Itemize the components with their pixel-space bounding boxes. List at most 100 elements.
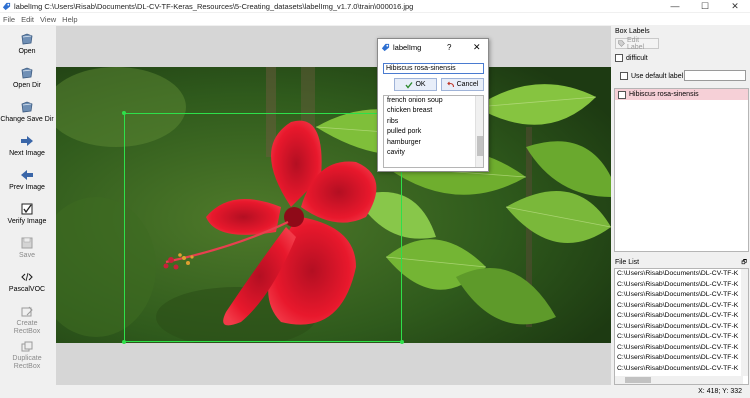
label-history-item[interactable]: chicken breast xyxy=(384,106,483,116)
label-dialog: labelImg ? ✕ Hibiscus rosa-sinensis OK C… xyxy=(377,38,489,172)
difficult-checkbox[interactable] xyxy=(615,54,623,62)
minimize-button[interactable]: — xyxy=(660,0,690,12)
cancel-button[interactable]: Cancel xyxy=(441,78,484,91)
open-dir-icon xyxy=(21,67,33,79)
use-default-label-checkbox[interactable] xyxy=(620,72,628,80)
file-list[interactable]: C:\Users\Risab\Documents\DL-CV-TF-K C:\U… xyxy=(614,268,749,385)
difficult-label: difficult xyxy=(626,54,648,62)
menu-help[interactable]: Help xyxy=(62,15,77,24)
label-history-item[interactable]: pulled pork xyxy=(384,127,483,137)
title-bar: labelImg C:\Users\Risab\Documents\DL-CV-… xyxy=(0,0,750,12)
duplicate-rectbox-label-1: Duplicate xyxy=(12,355,42,362)
bbox-handle-bl[interactable] xyxy=(122,340,126,344)
default-label-input[interactable] xyxy=(684,70,746,81)
next-image-button[interactable]: Next Image xyxy=(0,134,54,158)
dialog-title-bar: labelImg ? ✕ xyxy=(378,39,488,55)
edit-label-text: Edit Label xyxy=(626,36,645,51)
float-dock-icon[interactable]: 🗗 xyxy=(741,258,747,268)
ok-label: OK xyxy=(415,81,426,88)
maximize-button[interactable]: ☐ xyxy=(690,0,720,12)
create-rectbox-label-1: Create xyxy=(16,320,38,327)
open-dir-label: Open Dir xyxy=(12,82,41,89)
create-rectbox-icon xyxy=(21,306,33,317)
file-list-item[interactable]: C:\Users\Risab\Documents\DL-CV-TF-K xyxy=(615,353,742,364)
cancel-label: Cancel xyxy=(456,81,479,88)
format-pascalvoc-button[interactable]: PascalVOC xyxy=(0,270,54,294)
scroll-thumb[interactable] xyxy=(625,377,651,383)
change-save-dir-label: Change Save Dir xyxy=(0,116,54,123)
label-item-text: Hibiscus rosa-sinensis xyxy=(629,91,699,98)
file-list-item[interactable]: C:\Users\Risab\Documents\DL-CV-TF-K xyxy=(615,280,742,291)
open-dir-button[interactable]: Open Dir xyxy=(0,66,54,90)
dialog-close-button[interactable]: ✕ xyxy=(473,42,481,53)
status-bar: X: 418; Y: 332 xyxy=(0,386,750,398)
dialog-title: labelImg xyxy=(393,42,422,52)
save-label: Save xyxy=(19,252,35,259)
duplicate-rectbox-icon xyxy=(21,341,33,352)
open-folder-icon xyxy=(21,33,33,45)
file-list-item[interactable]: C:\Users\Risab\Documents\DL-CV-TF-K xyxy=(615,269,742,280)
change-save-dir-button[interactable]: Change Save Dir xyxy=(0,100,54,124)
labelimg-app-icon xyxy=(2,2,11,10)
file-list-title: File List xyxy=(615,259,640,266)
dialog-list-scrollbar[interactable] xyxy=(475,96,483,167)
label-history-list[interactable]: french onion soup chicken breast ribs pu… xyxy=(383,95,484,168)
dialog-help-button[interactable]: ? xyxy=(447,43,451,52)
label-history-item[interactable]: ribs xyxy=(384,117,483,127)
prev-image-button[interactable]: Prev Image xyxy=(0,168,54,192)
format-label: PascalVOC xyxy=(8,286,46,293)
duplicate-rectbox-button[interactable]: Duplicate RectBox xyxy=(0,341,54,371)
open-button[interactable]: Open xyxy=(0,32,54,56)
cursor-coordinates: X: 418; Y: 332 xyxy=(698,388,742,395)
label-history-item[interactable]: hamburger xyxy=(384,138,483,148)
menu-bar: File Edit View Help xyxy=(0,13,750,25)
labelimg-dialog-icon xyxy=(381,43,390,51)
box-labels-title: Box Labels xyxy=(615,28,650,35)
duplicate-rectbox-label-2: RectBox xyxy=(13,363,41,370)
prev-image-label: Prev Image xyxy=(9,184,45,191)
file-list-item[interactable]: C:\Users\Risab\Documents\DL-CV-TF-K xyxy=(615,311,742,322)
file-list-item[interactable]: C:\Users\Risab\Documents\DL-CV-TF-K xyxy=(615,343,742,354)
left-toolbar: Open Open Dir Change Save Dir Next Image… xyxy=(0,26,54,385)
ok-button[interactable]: OK xyxy=(394,78,437,91)
create-rectbox-button[interactable]: Create RectBox xyxy=(0,306,54,336)
difficult-row: difficult xyxy=(615,54,648,62)
save-disk-icon xyxy=(21,237,33,249)
close-button[interactable]: ✕ xyxy=(720,0,750,12)
undo-icon xyxy=(446,81,454,87)
file-list-vertical-scrollbar[interactable] xyxy=(741,269,748,376)
check-icon xyxy=(405,81,413,89)
menu-edit[interactable]: Edit xyxy=(21,15,34,24)
right-dock: Box Labels Edit Label difficult Use defa… xyxy=(613,26,750,385)
bounding-box[interactable] xyxy=(124,113,402,342)
label-list[interactable]: Hibiscus rosa-sinensis xyxy=(614,88,749,252)
open-label: Open xyxy=(18,48,36,55)
window-title: labelImg C:\Users\Risab\Documents\DL-CV-… xyxy=(14,1,414,11)
label-history-item[interactable]: cavity xyxy=(384,148,483,158)
verify-checkbox-icon xyxy=(21,203,33,215)
file-list-item[interactable]: C:\Users\Risab\Documents\DL-CV-TF-K xyxy=(615,290,742,301)
tag-icon xyxy=(618,40,625,47)
menu-view[interactable]: View xyxy=(40,15,56,24)
file-list-item[interactable]: C:\Users\Risab\Documents\DL-CV-TF-K xyxy=(615,332,742,343)
bbox-handle-br[interactable] xyxy=(400,340,404,344)
edit-label-button[interactable]: Edit Label xyxy=(615,36,659,51)
save-button[interactable]: Save xyxy=(0,236,54,260)
next-image-label: Next Image xyxy=(9,150,45,157)
file-list-item[interactable]: C:\Users\Risab\Documents\DL-CV-TF-K xyxy=(615,364,742,375)
prev-arrow-icon xyxy=(21,170,33,180)
file-list-item[interactable]: C:\Users\Risab\Documents\DL-CV-TF-K xyxy=(615,322,742,333)
label-list-item[interactable]: Hibiscus rosa-sinensis xyxy=(615,89,748,100)
file-list-horizontal-scrollbar[interactable] xyxy=(615,376,743,384)
label-input[interactable]: Hibiscus rosa-sinensis xyxy=(383,63,484,74)
label-visibility-checkbox[interactable] xyxy=(618,90,626,99)
label-history-item[interactable]: french onion soup xyxy=(384,96,483,106)
file-list-header: File List 🗗 xyxy=(613,257,750,268)
menu-file[interactable]: File xyxy=(3,15,15,24)
verify-image-label: Verify Image xyxy=(7,218,47,225)
scroll-thumb[interactable] xyxy=(477,136,483,156)
next-arrow-icon xyxy=(21,136,33,146)
verify-image-button[interactable]: Verify Image xyxy=(0,202,54,226)
bbox-handle-tl[interactable] xyxy=(122,111,126,115)
file-list-item[interactable]: C:\Users\Risab\Documents\DL-CV-TF-K xyxy=(615,301,742,312)
